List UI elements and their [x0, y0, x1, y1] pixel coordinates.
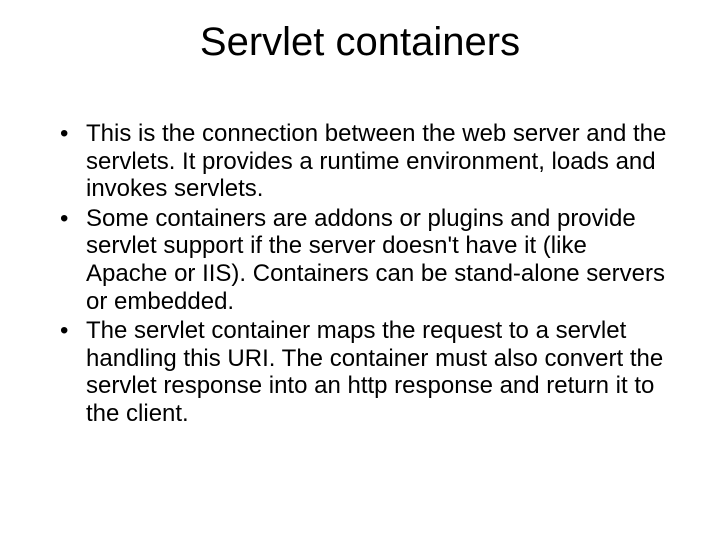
slide-title: Servlet containers	[40, 20, 680, 65]
list-item: The servlet container maps the request t…	[58, 317, 670, 427]
bullet-list: This is the connection between the web s…	[58, 120, 670, 428]
list-item: This is the connection between the web s…	[58, 120, 670, 203]
slide: Servlet containers This is the connectio…	[0, 0, 720, 540]
list-item: Some containers are addons or plugins an…	[58, 205, 670, 315]
slide-content: This is the connection between the web s…	[40, 120, 680, 428]
